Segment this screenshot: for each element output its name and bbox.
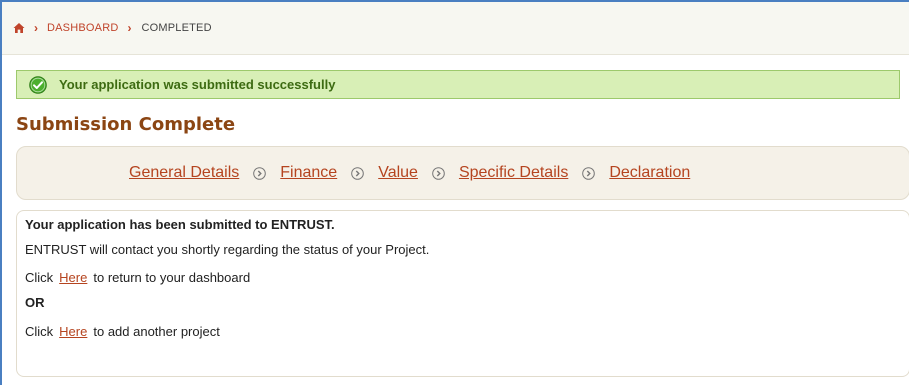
step-value[interactable]: Value xyxy=(378,164,418,182)
circle-chevron-right-icon xyxy=(432,166,445,180)
home-icon[interactable] xyxy=(13,22,25,34)
success-alert: Your application was submitted successfu… xyxy=(16,70,900,99)
return-prefix: Click xyxy=(25,270,54,285)
step-general-details[interactable]: General Details xyxy=(129,164,239,182)
add-prefix: Click xyxy=(25,324,54,339)
add-suffix: to add another project xyxy=(93,324,220,339)
page-frame: › DASHBOARD › COMPLETED Your application… xyxy=(0,0,909,385)
success-message: Your application was submitted successfu… xyxy=(59,77,336,92)
confirmation-heading: Your application has been submitted to E… xyxy=(25,217,335,232)
step-declaration[interactable]: Declaration xyxy=(609,164,690,182)
confirmation-panel: Your application has been submitted to E… xyxy=(16,210,909,377)
circle-chevron-right-icon xyxy=(253,166,267,180)
return-dashboard-link[interactable]: Here xyxy=(59,270,87,285)
breadcrumb: › DASHBOARD › COMPLETED xyxy=(2,2,909,55)
chevron-right-icon: › xyxy=(127,21,132,35)
circle-chevron-right-icon xyxy=(351,166,365,180)
add-project-line: Click Here to add another project xyxy=(25,324,220,339)
breadcrumb-dashboard-link[interactable]: DASHBOARD xyxy=(47,22,118,34)
step-specific-details[interactable]: Specific Details xyxy=(459,164,568,182)
confirmation-message: ENTRUST will contact you shortly regardi… xyxy=(25,242,430,257)
breadcrumb-current: COMPLETED xyxy=(141,22,212,34)
return-dashboard-line: Click Here to return to your dashboard xyxy=(25,270,250,285)
circle-chevron-right-icon xyxy=(582,166,596,180)
return-suffix: to return to your dashboard xyxy=(93,270,251,285)
add-project-link[interactable]: Here xyxy=(59,324,87,339)
steps-nav: General Details Finance Value Specific D… xyxy=(16,146,909,200)
page-title: Submission Complete xyxy=(16,114,236,135)
or-text: OR xyxy=(25,295,45,310)
chevron-right-icon: › xyxy=(34,21,38,35)
check-circle-icon xyxy=(29,75,47,94)
step-finance[interactable]: Finance xyxy=(280,164,337,182)
